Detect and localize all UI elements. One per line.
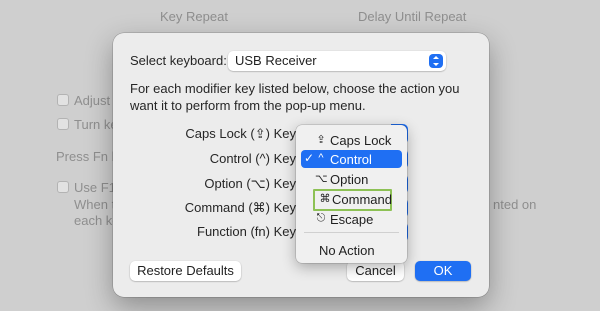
- ok-button[interactable]: OK: [415, 261, 471, 281]
- option-key-label: Option (⌥) Key: [204, 176, 296, 191]
- nted-on-label: nted on: [493, 197, 537, 212]
- menu-item-label: Option: [330, 172, 369, 187]
- caps-lock-key-label: Caps Lock (⇪) Key: [185, 126, 296, 141]
- keyboard-popup[interactable]: USB Receiver: [228, 51, 446, 71]
- adjust-checkbox[interactable]: [57, 94, 69, 106]
- press-fn-label: Press Fn k: [56, 149, 119, 164]
- function-key-label: Function (fn) Key: [197, 224, 296, 239]
- caps-lock-icon: ⇪: [316, 134, 326, 146]
- instructions-text: For each modifier key listed below, choo…: [130, 81, 460, 113]
- option-icon: ⌥: [315, 173, 328, 185]
- turn-label: Turn ke: [74, 117, 118, 132]
- select-keyboard-label: Select keyboard:: [130, 53, 227, 68]
- menu-item-caps-lock[interactable]: ⇪ Caps Lock: [301, 131, 402, 149]
- menu-item-label: Control: [330, 152, 372, 167]
- command-icon: ⌘: [319, 193, 331, 205]
- menu-item-label: Command: [332, 192, 392, 207]
- when-label: When t: [74, 197, 116, 212]
- adjust-label: Adjust: [74, 93, 111, 108]
- escape-icon: ⎋: [316, 212, 326, 224]
- cancel-button[interactable]: Cancel: [347, 261, 404, 281]
- restore-defaults-button[interactable]: Restore Defaults: [130, 261, 241, 281]
- menu-separator: [304, 232, 399, 233]
- control-icon: ^: [318, 152, 324, 164]
- modifier-action-menu: ⇪ Caps Lock ✓ ^ Control ⌥ Option ⌘ Comma…: [296, 125, 407, 263]
- checkmark-icon: ✓: [304, 151, 315, 165]
- control-key-label: Control (^) Key: [209, 151, 296, 166]
- key-repeat-label: Key Repeat: [160, 9, 228, 24]
- menu-item-escape[interactable]: ⎋ Escape: [301, 210, 402, 228]
- menu-item-option[interactable]: ⌥ Option: [301, 170, 402, 188]
- turn-checkbox[interactable]: [57, 118, 69, 130]
- up-down-chevron-icon: [429, 54, 443, 68]
- use-f1-checkbox[interactable]: [57, 181, 69, 193]
- command-key-label: Command (⌘) Key: [184, 200, 296, 215]
- menu-item-control[interactable]: ✓ ^ Control: [301, 150, 402, 168]
- keyboard-value: USB Receiver: [235, 53, 317, 68]
- menu-item-command[interactable]: ⌘ Command: [313, 189, 392, 211]
- menu-item-label: Escape: [330, 212, 374, 227]
- delay-until-repeat-label: Delay Until Repeat: [358, 9, 467, 24]
- menu-item-no-action[interactable]: No Action: [319, 243, 375, 258]
- menu-item-label: Caps Lock: [330, 133, 392, 148]
